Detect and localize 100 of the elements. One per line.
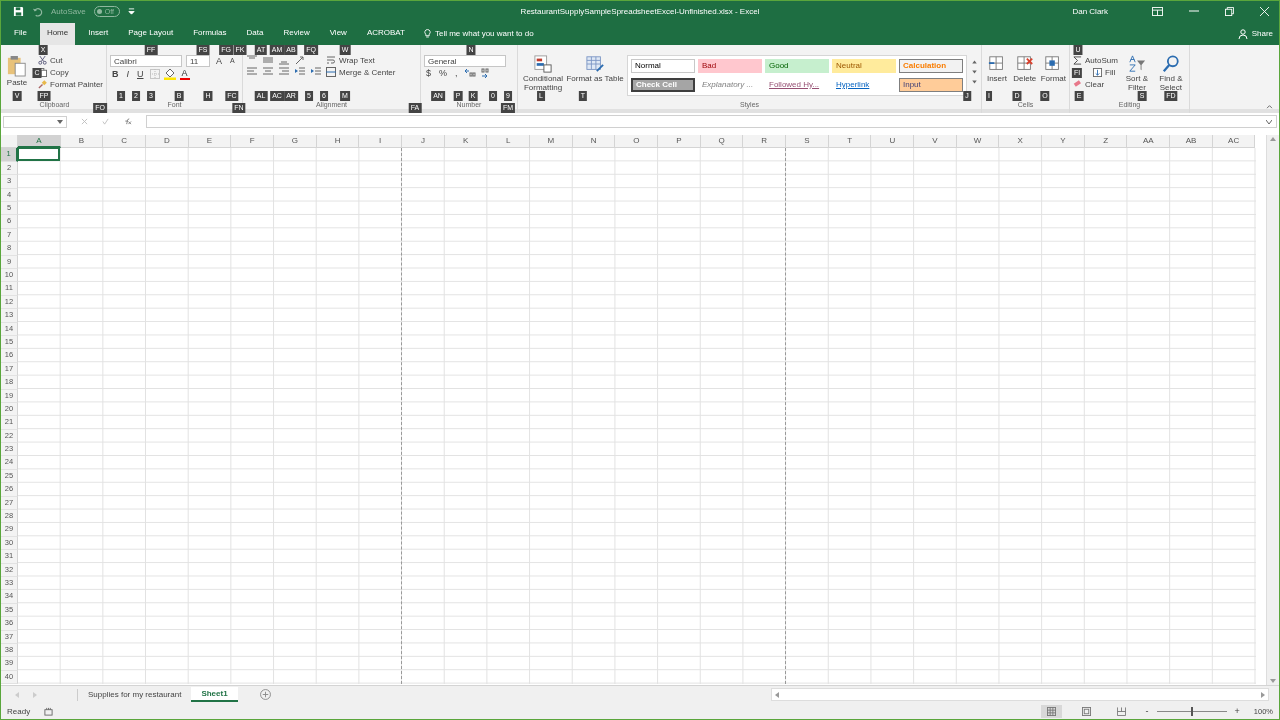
column-header[interactable]: L [487, 135, 531, 149]
number-format-dropdown[interactable]: General [424, 54, 506, 67]
ribbon-display-icon[interactable] [1152, 6, 1163, 16]
column-header[interactable]: P [658, 135, 701, 149]
insert-function-icon[interactable] [123, 118, 132, 125]
column-header[interactable]: T [828, 135, 872, 149]
normal-view-icon[interactable] [1040, 704, 1062, 718]
ribbon-tab[interactable]: View [322, 22, 354, 45]
column-header[interactable]: I [359, 135, 403, 149]
column-header[interactable]: J [402, 135, 445, 149]
column-header[interactable]: Q [700, 135, 744, 149]
column-header[interactable]: O [615, 135, 659, 149]
zoom-in-button[interactable]: + [1234, 706, 1240, 717]
wrap-text-button[interactable]: Wrap Text [326, 54, 396, 66]
indent-icon[interactable] [294, 65, 306, 76]
column-header[interactable]: N [572, 135, 616, 149]
vertical-align-icon[interactable] [262, 54, 274, 65]
merge-center-button[interactable]: Merge & Center [326, 66, 396, 78]
cell-style-option[interactable]: Followed Hy... [765, 77, 829, 92]
cell-style-option[interactable]: Input [899, 77, 963, 92]
font-size-dropdown[interactable]: 11 [186, 54, 210, 67]
zoom-out-button[interactable]: - [1145, 706, 1149, 717]
customize-icon[interactable] [127, 7, 135, 15]
underline-button[interactable]: U [135, 68, 146, 79]
column-header[interactable]: AA [1127, 135, 1171, 149]
formula-input-field[interactable] [146, 115, 1277, 128]
column-header[interactable]: C [103, 135, 146, 149]
grow-font-button[interactable]: A [214, 55, 224, 66]
horizontal-align-icon[interactable] [246, 65, 258, 76]
column-header[interactable]: Z [1084, 135, 1128, 149]
scroll-down-icon[interactable] [1270, 679, 1276, 684]
cell-style-option[interactable]: Bad [698, 58, 762, 73]
column-header[interactable]: F [231, 135, 275, 149]
share-button[interactable]: Share [1237, 22, 1273, 45]
column-header[interactable]: AC [1212, 135, 1256, 149]
macro-record-icon[interactable] [44, 706, 54, 716]
ribbon-tab[interactable]: Home [39, 22, 76, 45]
horizontal-scrollbar[interactable] [771, 688, 1269, 702]
column-header[interactable]: X [999, 135, 1043, 149]
font-color-button[interactable]: A [179, 67, 190, 80]
cell-style-option[interactable]: Good [765, 58, 829, 73]
cells-button[interactable]: Format [1040, 54, 1066, 83]
conditional-formatting-button[interactable]: Conditional Formatting [521, 54, 565, 92]
column-header[interactable]: M [530, 135, 573, 149]
column-header[interactable]: K [444, 135, 488, 149]
cells-button[interactable]: Delete [1012, 54, 1037, 83]
scroll-left-icon[interactable] [775, 691, 779, 698]
active-cell[interactable] [17, 147, 60, 161]
column-header[interactable]: D [146, 135, 189, 149]
ribbon-tab[interactable]: File [7, 22, 34, 45]
column-header[interactable]: R [743, 135, 787, 149]
add-sheet-icon[interactable] [259, 689, 271, 701]
currency-button[interactable]: $ [424, 67, 433, 78]
cell-style-option[interactable]: Normal [631, 58, 695, 73]
cell-style-option[interactable]: Explanatory ... [698, 77, 762, 92]
column-header[interactable]: H [316, 135, 360, 149]
vertical-scrollbar[interactable] [1266, 135, 1279, 686]
bold-button[interactable]: B [110, 68, 121, 79]
fill-color-icon[interactable] [163, 67, 176, 80]
orientation-icon[interactable] [294, 54, 306, 65]
column-header[interactable]: W [956, 135, 1000, 149]
sheet-tab[interactable]: Sheet1 [191, 687, 238, 703]
indent-icon[interactable] [310, 65, 322, 76]
sheet-tab[interactable]: Supplies for my restaurant [78, 687, 192, 703]
column-header[interactable]: V [914, 135, 957, 149]
scroll-right-icon[interactable] [1261, 691, 1265, 698]
user-name[interactable]: Dan Clark [1072, 6, 1108, 16]
cancel-icon[interactable] [81, 118, 88, 125]
cell-style-option[interactable]: Neutral [832, 58, 896, 73]
column-header[interactable]: AB [1170, 135, 1213, 149]
italic-button[interactable]: I [124, 68, 131, 79]
increase-decimal-icon[interactable] [463, 67, 476, 78]
undo-icon[interactable] [32, 5, 43, 17]
collapse-ribbon-icon[interactable] [1266, 103, 1273, 109]
ribbon-tab[interactable]: Insert [81, 22, 116, 45]
column-header[interactable]: S [786, 135, 829, 149]
clear-button[interactable]: Clear [1073, 78, 1118, 90]
column-header[interactable]: G [274, 135, 317, 149]
close-icon[interactable] [1260, 6, 1269, 16]
ribbon-tab[interactable]: Formulas [186, 22, 234, 45]
ribbon-tab[interactable]: Review [276, 22, 317, 45]
cell-style-option[interactable]: Hyperlink [832, 77, 896, 92]
column-header[interactable]: U [871, 135, 915, 149]
format-painter-button[interactable]: Format Painter [38, 78, 103, 90]
save-icon[interactable] [13, 5, 24, 17]
comma-button[interactable]: , [453, 67, 460, 78]
tell-me-search[interactable]: Tell me what you want to do [423, 22, 534, 45]
ribbon-tab[interactable]: ACROBAT [359, 22, 412, 45]
column-header[interactable]: B [60, 135, 104, 149]
percent-button[interactable]: % [437, 67, 450, 78]
paste-button[interactable]: Paste [6, 54, 29, 87]
decrease-decimal-icon[interactable] [479, 67, 492, 78]
cells-button[interactable]: Insert [985, 54, 1009, 83]
restore-icon[interactable] [1225, 6, 1234, 16]
zoom-slider-thumb[interactable] [1190, 706, 1193, 716]
column-header[interactable]: Y [1042, 135, 1085, 149]
format-as-table-button[interactable]: Format as Table [569, 54, 621, 83]
fill-button[interactable]: Fill [1093, 66, 1118, 78]
cut-button[interactable]: Cut [38, 54, 103, 66]
find-select-button[interactable]: Find & Select [1155, 54, 1186, 92]
